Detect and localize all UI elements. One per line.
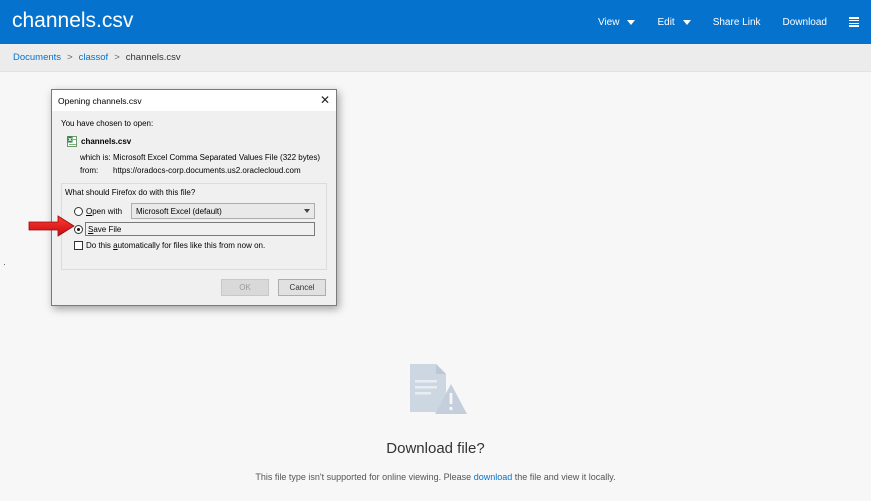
auto-label: Do this automatically for files like thi… [86, 241, 266, 250]
save-file-option[interactable]: Save File [65, 221, 322, 237]
action-question: What should Firefox do with this file? [65, 188, 196, 197]
open-with-option[interactable]: Open with Microsoft Excel (default) [65, 203, 322, 219]
breadcrumb-separator: > [67, 52, 73, 63]
breadcrumb-classof[interactable]: classof [79, 52, 109, 63]
hamburger-icon[interactable] [849, 17, 859, 27]
file-name: channels.csv [81, 137, 132, 146]
auto-checkbox[interactable] [74, 241, 83, 250]
unsupported-file-panel: Download file? This file type isn't supp… [0, 360, 871, 482]
dialog-buttons: OK Cancel [212, 279, 326, 296]
view-menu-label: View [597, 16, 620, 28]
breadcrumb-documents[interactable]: Documents [13, 52, 61, 63]
open-file-dialog: Opening channels.csv ✕ You have chosen t… [51, 89, 337, 306]
open-with-select-value: Microsoft Excel (default) [136, 206, 222, 216]
chevron-down-icon [627, 19, 636, 25]
edit-menu[interactable]: Edit [657, 16, 691, 28]
page-title: channels.csv [12, 9, 134, 32]
open-with-select[interactable]: Microsoft Excel (default) [131, 203, 315, 219]
file-type-row: which is: Microsoft Excel Comma Separate… [80, 153, 327, 162]
view-menu[interactable]: View [598, 17, 636, 28]
file-type-value: Microsoft Excel Comma Separated Values F… [113, 153, 321, 162]
file-source-row: from: https://oradocs-corp.documents.us2… [80, 166, 327, 175]
red-arrow-icon [28, 215, 75, 237]
save-file-label: Save File [88, 224, 122, 234]
download-label: Download [782, 16, 827, 28]
dialog-titlebar: Opening channels.csv ✕ [52, 90, 336, 111]
share-link-label: Share Link [712, 16, 761, 28]
open-with-radio[interactable] [74, 206, 83, 216]
auto-option[interactable]: Do this automatically for files like thi… [65, 241, 322, 250]
breadcrumb-current: channels.csv [125, 52, 181, 63]
cancel-button[interactable]: Cancel [278, 279, 326, 296]
file-name-row: channels.csv [67, 136, 327, 147]
stray-dot [4, 264, 5, 265]
breadcrumb-separator: > [114, 52, 120, 63]
share-link-button[interactable]: Share Link [713, 17, 761, 28]
ok-button[interactable]: OK [221, 279, 269, 296]
open-with-label: Open with [86, 206, 123, 216]
download-message-tail: the file and view it locally. [512, 472, 616, 482]
chevron-down-icon [304, 209, 310, 213]
excel-file-icon [67, 136, 77, 147]
app-header: channels.csv View Edit Share Link Downlo… [0, 0, 871, 44]
save-file-radio[interactable] [74, 224, 83, 234]
breadcrumb: Documents > classof > channels.csv [0, 44, 871, 72]
download-title: Download file? [386, 440, 485, 457]
dialog-body: You have chosen to open: channels.csv wh… [52, 111, 336, 270]
download-link[interactable]: download [474, 472, 513, 482]
download-message-lead: This file type isn't supported for onlin… [255, 472, 474, 482]
chosen-label: You have chosen to open: [61, 119, 154, 128]
save-file-focus: Save File [85, 222, 315, 236]
which-is-label: which is: [80, 153, 111, 162]
download-message: This file type isn't supported for onlin… [0, 472, 871, 482]
from-label: from: [80, 166, 99, 175]
header-nav: View Edit Share Link Download [576, 0, 859, 44]
download-button[interactable]: Download [783, 17, 827, 28]
file-warning-icon [409, 364, 467, 414]
dialog-title: Opening channels.csv [58, 95, 142, 106]
edit-menu-label: Edit [657, 16, 675, 28]
file-source-value: https://oradocs-corp.documents.us2.oracl… [113, 166, 301, 175]
action-group: What should Firefox do with this file? O… [61, 183, 327, 270]
close-icon[interactable]: ✕ [320, 94, 330, 106]
chevron-down-icon [682, 19, 691, 25]
